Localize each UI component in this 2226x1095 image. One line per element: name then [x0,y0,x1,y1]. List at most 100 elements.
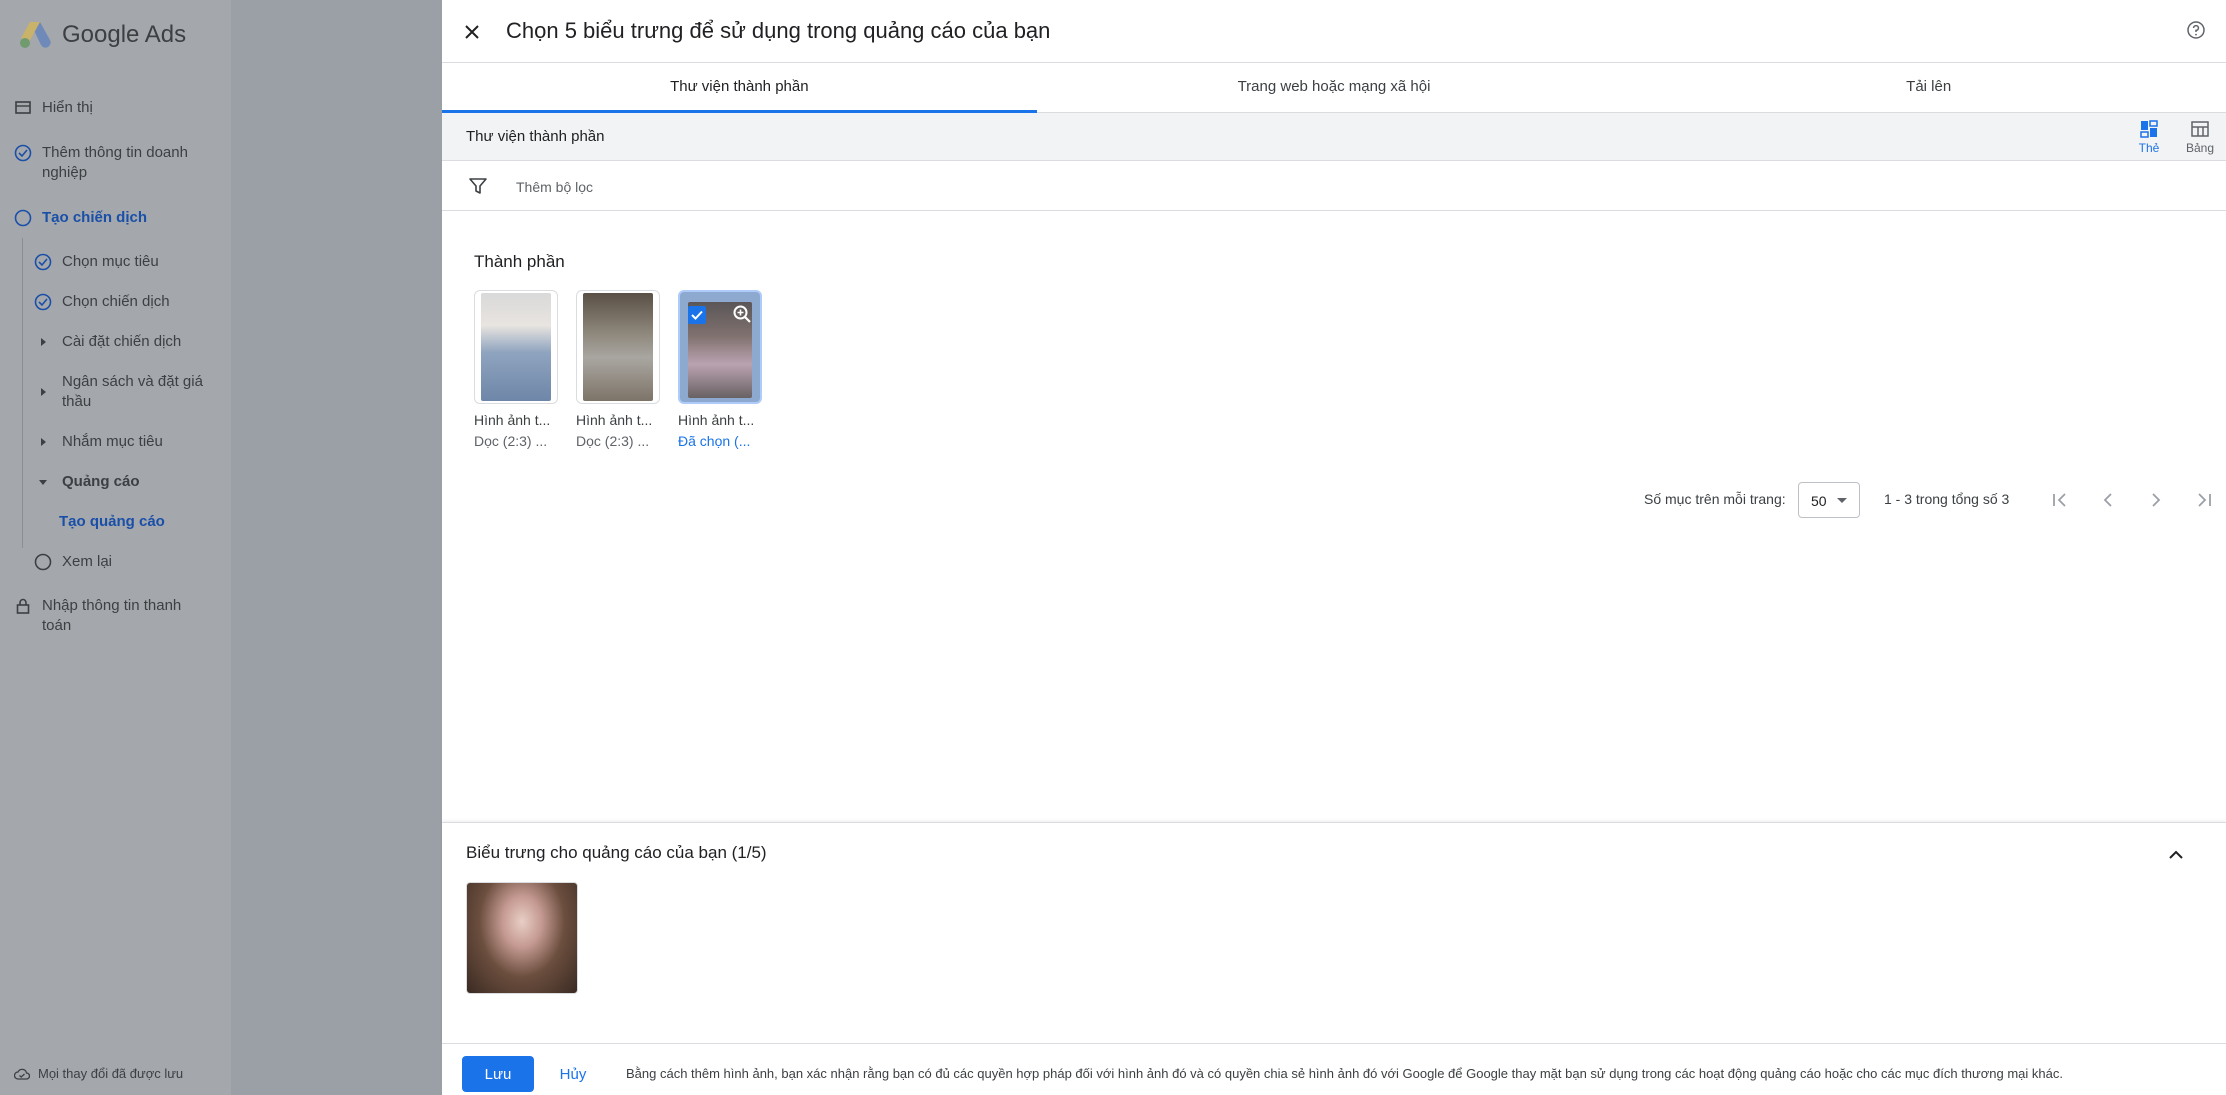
view-cards-label: Thẻ [2138,141,2160,155]
sidebar-item-label: Tạo quảng cáo [59,513,165,530]
view-cards-button[interactable]: Thẻ [2124,119,2174,155]
per-page-select[interactable]: 50 [1798,482,1860,518]
sidebar-item-label: Nhập thông tin thanh toán [42,597,182,634]
sidebar-item-label: Ngân sách và đặt giá thầu [62,373,203,410]
tab-asset-library[interactable]: Thư viện thành phần [442,63,1037,113]
source-tabs: Thư viện thành phần Trang web hoặc mạng … [442,63,2226,113]
sidebar-item-label: Xem lại [62,553,113,570]
sidebar-item-label: Thêm thông tin doanh nghiệp [42,144,188,181]
saved-status: Mọi thay đổi đã được lưu [14,1066,183,1081]
per-page-value: 50 [1811,493,1827,509]
caret-right-icon [41,388,46,396]
lock-icon [16,598,30,614]
table-view-icon [2191,121,2209,137]
sidebar-item-campaign-settings[interactable]: Cài đặt chiến dịch [34,332,214,352]
assets-section-title: Thành phần [474,252,565,271]
sidebar-item-business-info[interactable]: Thêm thông tin doanh nghiệp [14,143,214,183]
asset-name: Hình ảnh t... [474,412,551,428]
asset-thumbnail[interactable] [576,290,660,404]
caret-right-icon [41,438,46,446]
per-page-label: Số mục trên mỗi trang: [1644,491,1786,507]
sidebar-item-budget-bidding[interactable]: Ngân sách và đặt giá thầu [34,372,214,412]
caret-down-icon [39,480,47,485]
app-name: Google Ads [62,21,187,48]
google-ads-logo-icon [20,22,51,48]
sidebar-item-ads[interactable]: Quảng cáo [34,472,214,492]
help-icon[interactable] [2186,20,2206,40]
sidebar-item-label: Nhắm mục tiêu [62,433,163,450]
selected-logos-title: Biểu trưng cho quảng cáo của bạn (1/5) [466,843,767,862]
sidebar-item-choose-goal[interactable]: Chọn mục tiêu [34,252,214,272]
saved-status-text: Mọi thay đổi đã được lưu [38,1066,184,1081]
asset-meta: Dọc (2:3) ... [576,433,650,449]
sidebar-item-label: Hiển thị [42,99,93,116]
library-toolbar: Thư viện thành phần Thẻ Bảng [442,113,2226,161]
asset-thumbnail[interactable] [474,290,558,404]
asset-card-selected[interactable]: Hình ảnh t... Đã chọn (... [678,290,762,449]
sidebar-item-label: Chọn mục tiêu [62,253,159,270]
previous-page-icon[interactable] [2096,488,2120,512]
asset-meta: Dọc (2:3) ... [474,433,548,449]
tab-website-social[interactable]: Trang web hoặc mạng xã hội [1037,63,1632,112]
close-icon[interactable] [460,20,484,44]
first-page-icon[interactable] [2048,488,2072,512]
check-circle-icon [34,293,52,311]
dialog-footer: Lưu Hủy Bằng cách thêm hình ảnh, bạn xác… [442,1043,2226,1095]
dialog-title: Chọn 5 biểu trưng để sử dụng trong quảng… [506,18,1051,43]
asset-image [481,293,551,401]
sidebar-item-review[interactable]: Xem lại [34,552,214,572]
sidebar-nav: Google Ads Hiển thị Thêm thông tin doanh… [0,0,231,1095]
view-table-button[interactable]: Bảng [2175,119,2225,155]
sidebar-item-display[interactable]: Hiển thị [14,98,214,118]
asset-cards: Hình ảnh t... Dọc (2:3) ... Hình ảnh t..… [474,290,762,449]
sidebar-item-label: Cài đặt chiến dịch [62,333,182,350]
display-icon [15,101,31,114]
google-ads-logo: Google Ads [18,20,186,50]
sidebar-item-choose-campaign[interactable]: Chọn chiến dịch [34,292,214,312]
pagination: Số mục trên mỗi trang: 50 1 - 3 trong tổ… [442,482,2226,518]
sidebar-overlay: Google Ads Hiển thị Thêm thông tin doanh… [0,0,442,1095]
sidebar-item-label: Tạo chiến dịch [42,209,148,226]
page-range: 1 - 3 trong tổng số 3 [1884,491,2010,507]
next-page-icon[interactable] [2144,488,2168,512]
sidebar-item-payment[interactable]: Nhập thông tin thanh toán [14,596,214,636]
asset-image [583,293,653,401]
dropdown-caret-icon [1837,498,1847,503]
filter-icon[interactable] [468,176,488,196]
sidebar-item-label: Quảng cáo [62,473,140,490]
view-table-label: Bảng [2185,141,2215,155]
chevron-up-icon[interactable] [2164,843,2188,867]
asset-thumbnail[interactable] [678,290,762,404]
caret-right-icon [41,338,46,346]
asset-card[interactable]: Hình ảnh t... Dọc (2:3) ... [474,290,558,449]
cancel-button[interactable]: Hủy [548,1056,598,1092]
sidebar-item-create-campaign[interactable]: Tạo chiến dịch [14,208,214,228]
tree-line [22,238,23,548]
sidebar-item-targeting[interactable]: Nhắm mục tiêu [34,432,214,452]
asset-name: Hình ảnh t... [576,412,653,428]
select-logos-dialog: Chọn 5 biểu trưng để sử dụng trong quảng… [442,0,2226,1095]
circle-icon [14,209,32,227]
rights-disclaimer: Bằng cách thêm hình ảnh, bạn xác nhận rằ… [626,1066,2063,1081]
check-circle-icon [14,144,32,162]
card-view-icon [2140,120,2158,138]
cloud-check-icon [14,1068,30,1080]
checkbox-checked-icon[interactable] [688,306,706,324]
check-circle-icon [34,253,52,271]
circle-icon [34,553,52,571]
library-label: Thư viện thành phần [466,128,605,145]
selected-logo-thumbnail[interactable] [466,882,578,994]
filter-bar [442,161,2226,211]
sidebar-item-create-ad[interactable]: Tạo quảng cáo [59,512,259,532]
filter-input[interactable] [516,175,916,199]
asset-name: Hình ảnh t... [678,412,755,428]
last-page-icon[interactable] [2192,488,2216,512]
selected-logos-panel: Biểu trưng cho quảng cáo của bạn (1/5) [442,822,2226,1043]
asset-card[interactable]: Hình ảnh t... Dọc (2:3) ... [576,290,660,449]
asset-meta: Đã chọn (... [678,433,751,449]
dialog-header: Chọn 5 biểu trưng để sử dụng trong quảng… [442,0,2226,63]
tab-upload[interactable]: Tải lên [1631,63,2226,112]
save-button[interactable]: Lưu [462,1056,534,1092]
zoom-in-icon[interactable] [732,304,752,324]
sidebar-item-label: Chọn chiến dịch [62,293,170,310]
